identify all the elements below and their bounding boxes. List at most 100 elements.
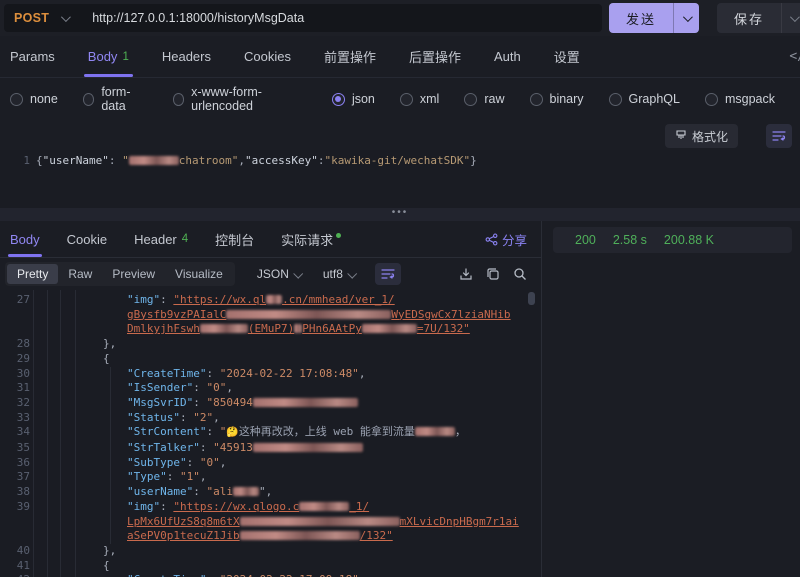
response-status-bar: 200 2.58 s 200.88 K xyxy=(553,227,792,253)
code-token: : xyxy=(206,573,219,577)
radio-raw[interactable]: raw xyxy=(464,92,504,106)
code-token: gBysfb9vzPAIalC xyxy=(127,308,226,321)
tab-post-actions[interactable]: 后置操作 xyxy=(409,36,461,77)
code-token: , xyxy=(359,367,366,380)
code-token: : xyxy=(160,500,173,513)
download-button[interactable] xyxy=(459,267,473,281)
code-token: "userName" xyxy=(127,485,193,498)
radio-urlencoded[interactable]: x-www-form-urlencoded xyxy=(173,85,307,113)
line-number: 34 xyxy=(0,425,30,441)
response-tab-actual-request[interactable]: 实际请求 xyxy=(281,221,341,257)
method-select[interactable]: POST xyxy=(4,11,55,25)
format-button[interactable]: 格式化 xyxy=(665,124,738,148)
send-dropdown-button[interactable] xyxy=(673,3,699,33)
view-raw[interactable]: Raw xyxy=(58,264,102,284)
line-number xyxy=(0,529,30,544)
url-input[interactable]: http://127.0.0.1:18000/historyMsgData xyxy=(74,11,304,25)
request-body-editor[interactable]: 1 {"userName": "chatroom","accessKey":"k… xyxy=(0,150,800,208)
redacted-text xyxy=(266,295,282,304)
code-line: 33"Status": "2", xyxy=(0,411,541,426)
radio-form-data[interactable]: form-data xyxy=(83,85,148,113)
code-token: : xyxy=(167,470,180,483)
tab-body[interactable]: Body1 xyxy=(88,36,129,77)
send-button[interactable]: 发送 xyxy=(609,3,673,33)
redacted-text xyxy=(233,487,259,496)
view-visualize[interactable]: Visualize xyxy=(165,264,233,284)
url-bar[interactable]: POST http://127.0.0.1:18000/historyMsgDa… xyxy=(4,4,602,32)
chevron-down-icon xyxy=(790,12,800,22)
radio-icon xyxy=(10,93,23,106)
radio-graphql[interactable]: GraphQL xyxy=(609,92,680,106)
editor-actions-row: 格式化 xyxy=(0,122,800,150)
line-number xyxy=(0,308,30,323)
redacted-text xyxy=(415,427,455,436)
type-select[interactable]: JSON xyxy=(257,267,301,281)
code-line-content: }, xyxy=(30,544,116,559)
response-word-wrap-toggle[interactable] xyxy=(375,263,401,285)
line-number: 41 xyxy=(0,559,30,574)
code-token: : xyxy=(193,381,206,394)
code-line-content: "userName": "ali", xyxy=(30,485,272,500)
tab-settings[interactable]: 设置 xyxy=(554,36,580,77)
code-token: "https://wx.ql xyxy=(173,293,266,306)
code-line: 32"MsgSvrID": "850494 xyxy=(0,396,541,411)
response-tab-header[interactable]: Header4 xyxy=(134,221,188,257)
request-json-line: {"userName": "chatroom","accessKey":"kaw… xyxy=(30,154,477,169)
code-line: 28}, xyxy=(0,337,541,352)
response-tab-console[interactable]: 控制台 xyxy=(215,221,254,257)
encoding-select[interactable]: utf8 xyxy=(323,267,355,281)
api-client-window: POST http://127.0.0.1:18000/historyMsgDa… xyxy=(0,0,800,577)
code-snippet-icon[interactable]: </ xyxy=(789,49,800,64)
code-line: 31"IsSender": "0", xyxy=(0,381,541,396)
save-button[interactable]: 保存 xyxy=(717,3,781,33)
code-token: "850494 xyxy=(206,396,252,409)
request-topbar: POST http://127.0.0.1:18000/historyMsgDa… xyxy=(0,0,800,36)
tab-headers[interactable]: Headers xyxy=(162,36,211,77)
radio-json[interactable]: json xyxy=(332,92,375,106)
radio-icon xyxy=(609,93,622,106)
view-preview[interactable]: Preview xyxy=(102,264,165,284)
code-line-content: "Type": "1", xyxy=(30,470,207,485)
radio-icon xyxy=(530,93,543,106)
code-token: "StrContent" xyxy=(127,425,206,438)
code-token: "2024-02-22 17:09:18" xyxy=(220,573,359,577)
code-token: } xyxy=(470,154,477,167)
code-line-content: DmlkyjhFswh(EMuP7)PHn6AAtPy=7U/132" xyxy=(30,322,470,337)
code-token: }, xyxy=(103,337,116,350)
code-token: "Status" xyxy=(127,411,180,424)
search-button[interactable] xyxy=(513,267,527,281)
code-token: { xyxy=(103,559,110,572)
radio-none[interactable]: none xyxy=(10,92,58,106)
response-tab-body[interactable]: Body xyxy=(10,221,40,257)
indent-guide xyxy=(47,290,48,577)
code-token: aSePV0p1tecuZ1Jib xyxy=(127,529,240,542)
vertical-scrollbar[interactable] xyxy=(528,292,535,305)
send-button-group: 发送 xyxy=(609,3,699,33)
code-token: : xyxy=(187,456,200,469)
radio-msgpack[interactable]: msgpack xyxy=(705,92,775,106)
code-line: 30"CreateTime": "2024-02-22 17:08:48", xyxy=(0,367,541,382)
code-token: "CreateTime" xyxy=(127,367,206,380)
chevron-down-icon xyxy=(347,268,357,278)
panel-resize-handle[interactable]: ••• xyxy=(0,208,800,221)
view-pretty[interactable]: Pretty xyxy=(7,264,58,284)
tab-cookies[interactable]: Cookies xyxy=(244,36,291,77)
code-token: "0" xyxy=(200,456,220,469)
response-body-editor[interactable]: 27"img": "https://wx.ql.cn/mmhead/ver_1/… xyxy=(0,290,541,577)
word-wrap-toggle[interactable] xyxy=(766,124,792,148)
tab-auth[interactable]: Auth xyxy=(494,36,521,77)
code-token: "MsgSvrID" xyxy=(127,396,193,409)
response-tab-cookie[interactable]: Cookie xyxy=(67,221,107,257)
copy-button[interactable] xyxy=(486,267,500,281)
header-count-badge: 4 xyxy=(182,233,188,245)
response-panel: Body Cookie Header4 控制台 实际请求 分享 Pretty R… xyxy=(0,221,541,577)
share-button[interactable]: 分享 xyxy=(485,221,527,257)
tab-params[interactable]: Params xyxy=(10,36,55,77)
chevron-down-icon xyxy=(293,268,303,278)
radio-xml[interactable]: xml xyxy=(400,92,439,106)
tab-pre-actions[interactable]: 前置操作 xyxy=(324,36,376,77)
radio-binary[interactable]: binary xyxy=(530,92,584,106)
code-token: LpMx6UfUzS8q8m6tX xyxy=(127,515,240,528)
save-dropdown-button[interactable] xyxy=(781,3,800,33)
redacted-text xyxy=(226,310,391,319)
